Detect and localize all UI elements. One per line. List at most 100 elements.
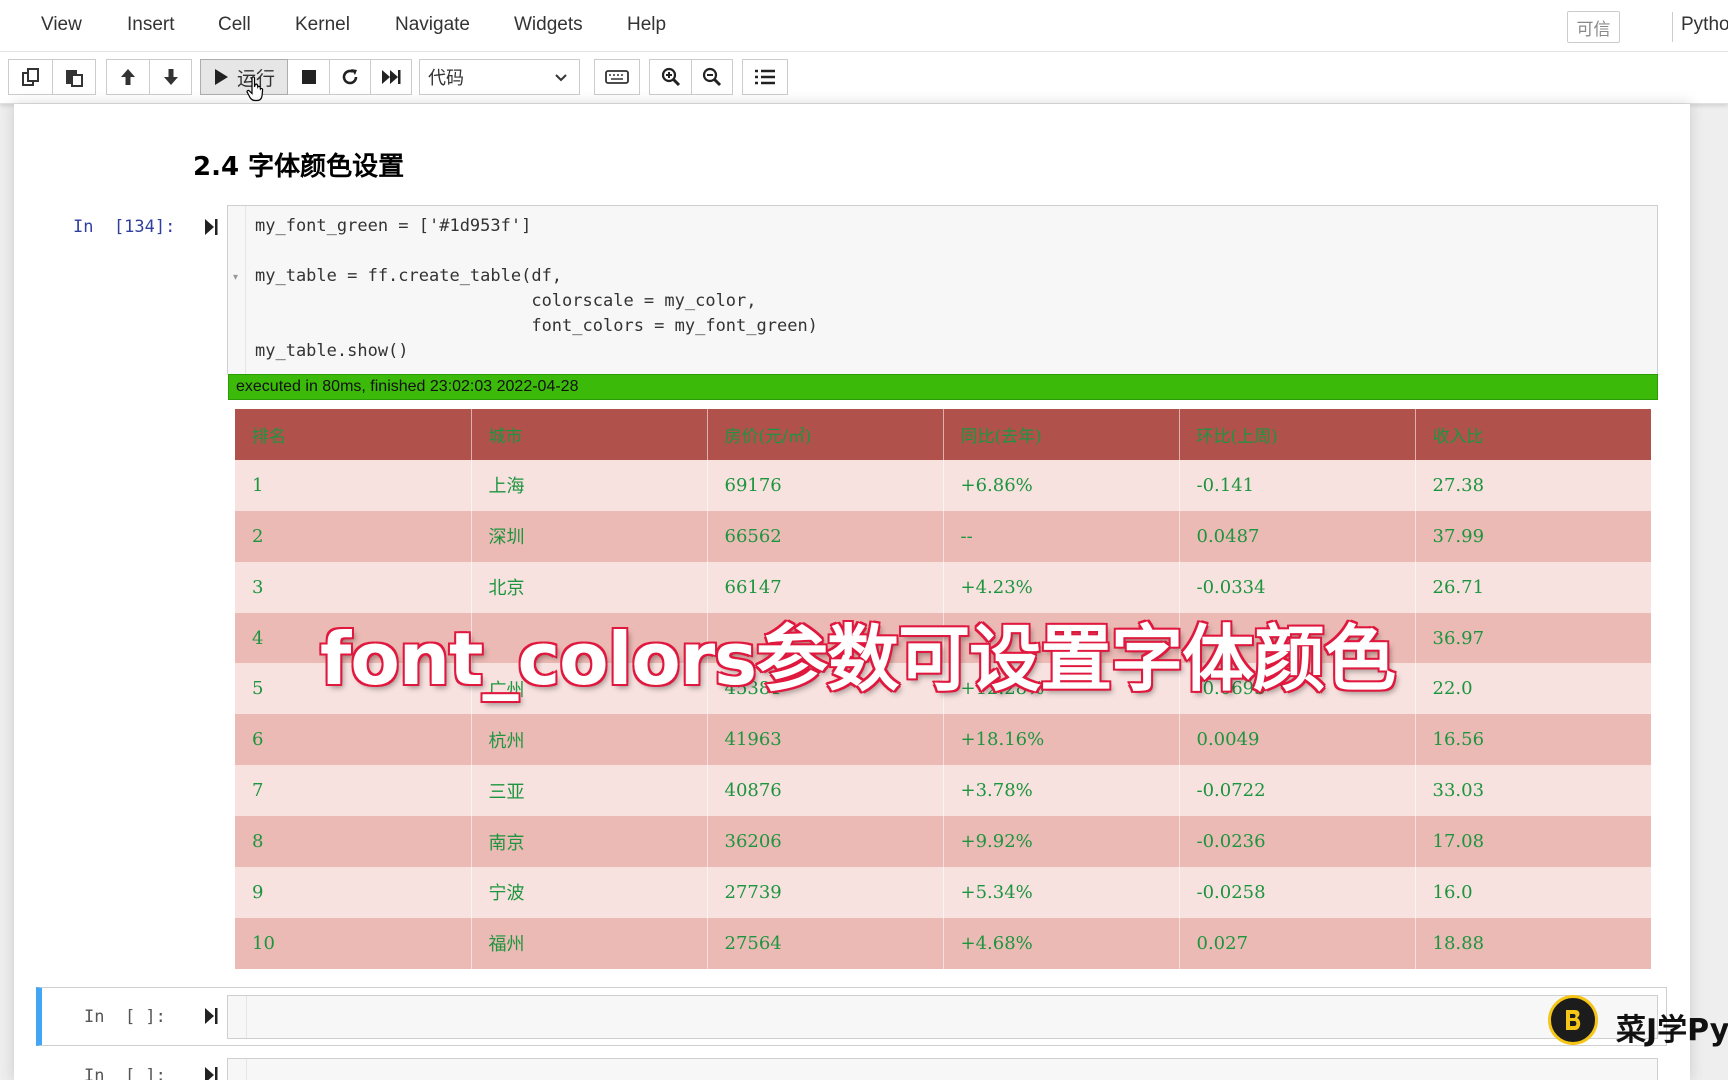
table-cell: +9.92% — [943, 816, 1180, 868]
menu-navigate[interactable]: Navigate — [395, 14, 470, 36]
table-cell: 南京 — [471, 816, 708, 868]
table-cell: 66562 — [707, 510, 944, 562]
table-cell: -0.0722 — [1179, 765, 1416, 817]
table-header-cell: 城市 — [471, 409, 708, 460]
zoom-out-button[interactable] — [691, 59, 733, 95]
fold-marker-icon[interactable]: ▾ — [233, 272, 238, 283]
menu-insert[interactable]: Insert — [127, 14, 175, 36]
table-cell: 福州 — [471, 917, 708, 969]
table-cell: 8 — [235, 816, 472, 868]
fast-forward-icon — [382, 70, 401, 84]
table-cell: 10 — [235, 917, 472, 969]
run-cell-icon[interactable] — [203, 218, 219, 236]
code-line: my_table.show() — [255, 341, 409, 361]
code-line: my_table = ff.create_table(df, — [255, 266, 563, 286]
toc-button[interactable] — [742, 59, 788, 95]
cell-prompt: In [ ]: — [84, 1007, 166, 1027]
restart-run-all-button[interactable] — [370, 59, 412, 95]
table-cell: 9 — [235, 867, 472, 918]
code-line: font_colors = my_font_green) — [255, 316, 818, 336]
run-icon — [214, 69, 228, 85]
arrow-up-icon — [121, 69, 135, 85]
video-subtitle: font_colors参数可设置字体颜色 — [318, 616, 1397, 703]
divider — [1672, 12, 1673, 42]
table-cell: -0.0258 — [1179, 867, 1416, 918]
table-cell: 36206 — [707, 816, 944, 868]
stop-icon — [301, 70, 316, 84]
table-cell: 上海 — [471, 459, 708, 511]
list-icon — [755, 69, 775, 85]
table-header-cell: 房价(元/㎡) — [707, 409, 944, 460]
arrow-down-icon — [163, 69, 178, 85]
move-down-button[interactable] — [149, 59, 192, 95]
move-up-button[interactable] — [106, 59, 149, 95]
table-cell: -0.141 — [1179, 459, 1416, 511]
table-cell: 16.0 — [1415, 867, 1652, 918]
menu-cell[interactable]: Cell — [218, 14, 251, 36]
run-cell-icon[interactable] — [203, 1007, 219, 1025]
table-cell: 7 — [235, 765, 472, 817]
table-cell: +3.78% — [943, 765, 1180, 817]
table-header-cell: 排名 — [235, 409, 472, 460]
table-cell: 36.97 — [1415, 612, 1652, 664]
cell-type-select[interactable]: 代码 — [419, 59, 580, 95]
table-cell: 宁波 — [471, 867, 708, 918]
code-line: my_font_green = ['#1d953f'] — [255, 216, 532, 236]
mouse-cursor-icon — [246, 76, 264, 102]
table-row: 9 宁波 27739 +5.34% -0.0258 16.0 — [235, 867, 1652, 918]
table-cell: 27739 — [707, 867, 944, 918]
restart-button[interactable] — [329, 59, 370, 95]
table-row: 2 深圳 66562 -- 0.0487 37.99 — [235, 510, 1652, 562]
menu-bar: View Insert Cell Kernel Navigate Widgets… — [0, 0, 1728, 52]
table-cell: 2 — [235, 510, 472, 562]
run-button[interactable]: 运行 — [200, 59, 288, 95]
table-header-cell: 收入比 — [1415, 409, 1652, 460]
table-cell: -- — [943, 510, 1180, 562]
editor-gutter — [228, 1059, 247, 1080]
table-cell: 22.0 — [1415, 663, 1652, 715]
paste-button[interactable] — [52, 59, 96, 95]
zoom-in-icon — [661, 67, 680, 87]
menu-widgets[interactable]: Widgets — [514, 14, 583, 36]
menu-view[interactable]: View — [41, 14, 82, 36]
table-cell: 41963 — [707, 714, 944, 766]
menu-help[interactable]: Help — [627, 14, 666, 36]
copy-button[interactable] — [8, 59, 52, 95]
menu-kernel[interactable]: Kernel — [295, 14, 350, 36]
execution-status-bar: executed in 80ms, finished 23:02:03 2022… — [228, 374, 1658, 400]
trusted-indicator[interactable]: 可信 — [1567, 11, 1620, 43]
code-editor[interactable]: ▾ my_font_green = ['#1d953f'] my_table =… — [227, 205, 1658, 374]
copy-icon — [21, 68, 39, 86]
run-cell-icon[interactable] — [203, 1066, 219, 1080]
table-cell: 0.0487 — [1179, 510, 1416, 562]
table-cell: 1 — [235, 459, 472, 511]
interrupt-button[interactable] — [288, 59, 329, 95]
table-cell: 69176 — [707, 459, 944, 511]
watermark-logo-icon — [1548, 995, 1598, 1045]
table-row: 7 三亚 40876 +3.78% -0.0722 33.03 — [235, 765, 1652, 817]
table-cell: 37.99 — [1415, 510, 1652, 562]
table-cell: 26.71 — [1415, 561, 1652, 613]
code-editor[interactable] — [227, 1058, 1658, 1080]
table-cell: 27564 — [707, 917, 944, 969]
paste-icon — [66, 70, 83, 87]
command-palette-button[interactable] — [594, 59, 640, 95]
table-cell: -0.0236 — [1179, 816, 1416, 868]
table-cell: 16.56 — [1415, 714, 1652, 766]
watermark-text: 菜J学Pyt — [1616, 1013, 1728, 1048]
table-cell: 杭州 — [471, 714, 708, 766]
table-cell: 深圳 — [471, 510, 708, 562]
code-line: colorscale = my_color, — [255, 291, 757, 311]
zoom-in-button[interactable] — [649, 59, 691, 95]
cell-type-value: 代码 — [428, 68, 464, 88]
kernel-name[interactable]: Pytho — [1681, 14, 1728, 36]
code-editor[interactable] — [227, 995, 1658, 1039]
table-cell: +4.68% — [943, 917, 1180, 969]
table-header-cell: 环比(上周) — [1179, 409, 1416, 460]
keyboard-icon — [605, 70, 629, 84]
table-cell: 0.027 — [1179, 917, 1416, 969]
table-cell: 18.88 — [1415, 917, 1652, 969]
table-row: 1 上海 69176 +6.86% -0.141 27.38 — [235, 459, 1652, 511]
table-cell: 33.03 — [1415, 765, 1652, 817]
chevron-down-icon — [555, 74, 567, 82]
